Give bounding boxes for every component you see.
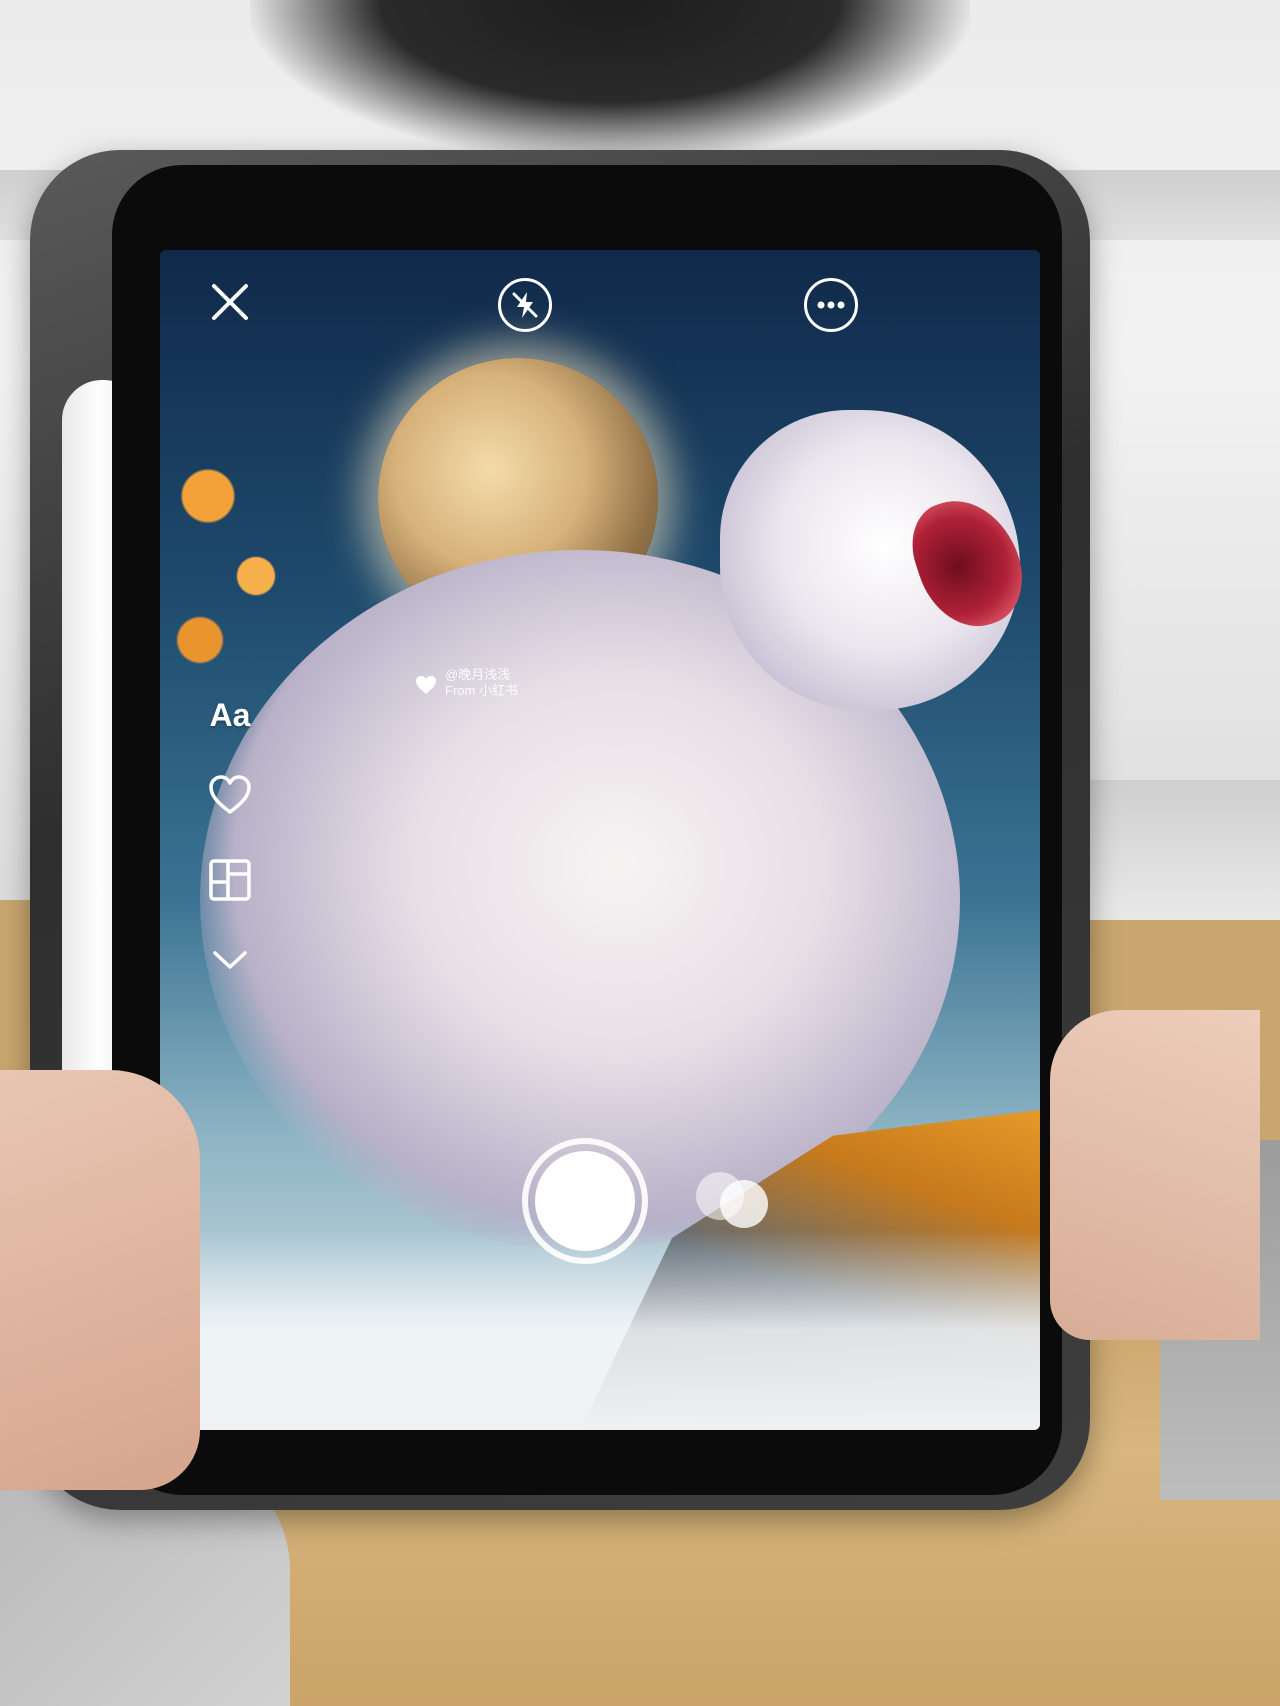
like-button[interactable] bbox=[190, 770, 270, 820]
text-tool-button[interactable]: Aa bbox=[190, 690, 270, 740]
heart-icon bbox=[209, 775, 251, 814]
camera-screen: Aa @晚月浅浅 From 小红书 bbox=[160, 250, 1040, 1430]
more-icon bbox=[817, 301, 845, 309]
watermark: @晚月浅浅 From 小红书 bbox=[415, 665, 555, 705]
left-hand bbox=[0, 1070, 200, 1490]
flip-camera-icon-overlay bbox=[720, 1180, 768, 1228]
person-hair bbox=[250, 0, 970, 160]
text-tool-label: Aa bbox=[209, 696, 251, 733]
flash-off-icon bbox=[512, 292, 538, 318]
more-options-button[interactable] bbox=[804, 278, 858, 332]
watermark-heart-icon bbox=[416, 676, 436, 694]
layout-button[interactable] bbox=[190, 855, 270, 905]
shutter-icon bbox=[535, 1151, 635, 1251]
watermark-source: From 小红书 bbox=[445, 683, 518, 698]
right-hand bbox=[1050, 1010, 1260, 1340]
layout-grid-icon bbox=[209, 859, 251, 901]
watermark-author: @晚月浅浅 bbox=[445, 667, 511, 682]
flash-toggle-button[interactable] bbox=[498, 278, 552, 332]
chevron-down-icon bbox=[213, 951, 247, 969]
flip-camera-button[interactable] bbox=[696, 1170, 776, 1230]
collapse-tools-button[interactable] bbox=[190, 935, 270, 985]
close-button[interactable] bbox=[200, 272, 260, 332]
close-icon bbox=[212, 284, 248, 320]
shutter-button[interactable] bbox=[522, 1138, 648, 1264]
